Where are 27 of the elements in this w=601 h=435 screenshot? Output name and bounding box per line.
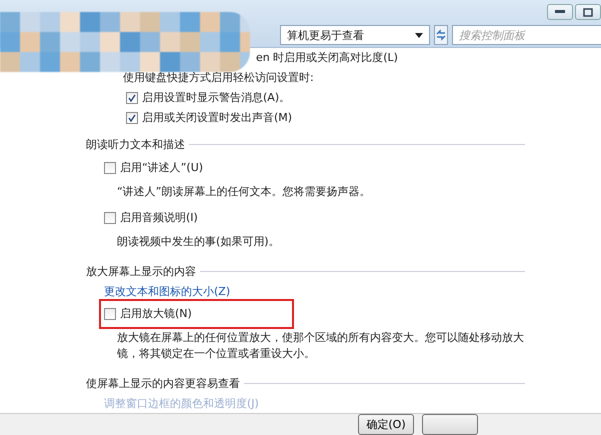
refresh-icon xyxy=(435,29,447,41)
blank-button[interactable] xyxy=(422,414,478,435)
option-description: “讲述人”朗读屏幕上的任何文本。您将需要扬声器。 xyxy=(116,184,372,200)
checkbox-option[interactable]: 启用“讲述人”(U) xyxy=(104,158,204,178)
minimize-button[interactable] xyxy=(547,4,573,20)
refresh-button[interactable] xyxy=(434,25,448,45)
maximize-button[interactable] xyxy=(575,4,601,20)
checkbox-option[interactable]: 启用或关闭设置时发出声音(M) xyxy=(126,108,292,128)
option-description: 朗读视频中发生的事(如果可用)。 xyxy=(116,234,281,250)
checkmark-icon xyxy=(128,94,136,102)
maximize-icon xyxy=(583,8,593,16)
settings-link[interactable]: 更改文本和图标的大小(Z) xyxy=(104,284,230,298)
setting-text: en 时启用或关闭高对比度(L) xyxy=(256,50,398,64)
section-heading: 放大屏幕上显示的内容 xyxy=(86,264,196,280)
checkmark-icon xyxy=(128,114,136,122)
setting-text: 使用键盘快捷方式启用轻松访问设置时: xyxy=(123,70,314,84)
ok-button[interactable]: 确定(O) xyxy=(358,414,414,435)
section-heading: 朗读听力文本和描述 xyxy=(86,137,185,152)
search-field[interactable]: 搜索控制面板 xyxy=(452,25,601,45)
checkbox-option[interactable]: 启用设置时显示警告消息(A)。 xyxy=(126,88,290,108)
option-description: 放大镜在屏幕上的任何位置放大，使那个区域的所有内容变大。您可以随处移动放大镜，将其锁定在一个位置或者重设大小。 xyxy=(116,330,525,362)
dropdown-icon xyxy=(415,32,423,38)
minimize-icon xyxy=(555,10,565,14)
checkbox-option[interactable]: 启用音频说明(I) xyxy=(104,208,198,228)
checkbox-option[interactable]: 启用放大镜(N) xyxy=(104,304,192,324)
section-heading: 使屏幕上显示的内容更容易查看 xyxy=(86,376,240,392)
address-bar[interactable]: 算机更易于查看 xyxy=(280,25,430,45)
